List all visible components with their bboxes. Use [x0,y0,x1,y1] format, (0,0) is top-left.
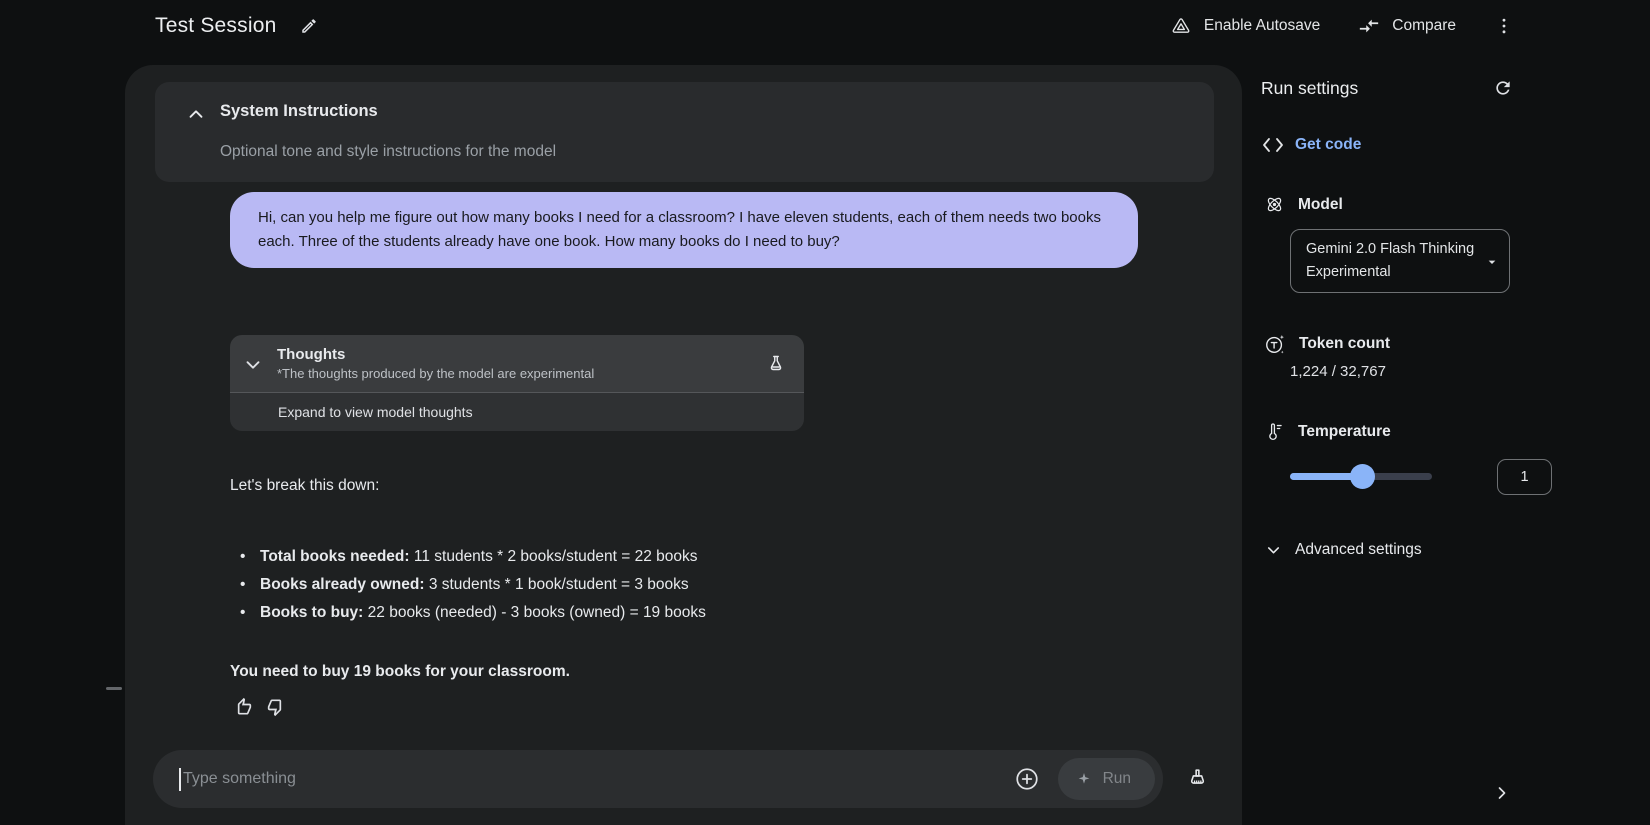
chevron-down-icon [246,360,260,369]
response-conclusion: You need to buy 19 books for your classr… [230,663,570,680]
response-intro: Let's break this down: [230,477,380,494]
prompt-input[interactable] [181,770,1014,788]
compare-arrows-icon [1360,19,1379,33]
model-select[interactable]: Gemini 2.0 Flash Thinking Experimental [1290,229,1510,293]
thoughts-header[interactable]: Thoughts *The thoughts produced by the m… [230,335,804,393]
temperature-label: Temperature [1298,422,1391,440]
thoughts-card: Thoughts *The thoughts produced by the m… [230,335,804,431]
enable-autosave-button[interactable]: Enable Autosave [1170,15,1320,37]
model-icon [1267,197,1282,212]
top-bar: Test Session Enable Autosave Compare [0,0,1650,52]
page-title: Test Session [155,14,277,37]
thoughts-title-group: Thoughts *The thoughts produced by the m… [277,346,753,381]
chevron-down-icon [1267,547,1280,554]
temperature-value-field[interactable]: 1 [1497,459,1552,495]
thermometer-icon [1269,423,1282,441]
thoughts-disclaimer: *The thoughts produced by the model are … [277,366,595,381]
bullet-detail: 3 students * 1 book/student = 3 books [424,576,689,593]
edit-title-button[interactable] [300,17,318,35]
thumb-down-icon [267,699,282,717]
compare-label: Compare [1392,17,1456,34]
kebab-menu-icon [1502,18,1506,34]
code-brackets-icon [1263,138,1283,152]
thoughts-title: Thoughts [277,346,346,363]
bullet-term: Total books needed: [260,548,410,565]
reset-settings-button[interactable] [1493,78,1513,98]
temperature-control: 1 [1290,459,1552,495]
run-settings-title: Run settings [1261,78,1359,98]
compare-button[interactable]: Compare [1358,15,1456,37]
add-attachment-button[interactable] [1014,766,1040,792]
list-item: Total books needed: 11 students * 2 book… [230,543,1070,571]
thoughts-expand-row[interactable]: Expand to view model thoughts [230,393,804,431]
token-count-value: 1,224 / 32,767 [1290,363,1386,380]
flask-icon [770,355,782,370]
app-root: Test Session Enable Autosave Compare Sys… [0,0,1650,825]
response-bullet-list: Total books needed: 11 students * 2 book… [230,543,1070,627]
plus-circle-icon [1015,768,1038,790]
slider-thumb[interactable] [1350,464,1375,489]
advanced-settings-label: Advanced settings [1295,540,1422,558]
run-settings-panel: Run settings Get code Model Gemini 2.0 F… [1242,50,1650,825]
more-options-button[interactable] [1494,16,1514,36]
bullet-detail: 11 students * 2 books/student = 22 books [409,548,698,565]
thoughts-expand-button[interactable] [242,353,264,375]
clear-chat-button[interactable] [1185,767,1210,792]
model-section-label: Model [1264,194,1343,215]
session-title-group: Test Session [155,0,318,52]
prompt-input-container[interactable]: Run [153,750,1163,808]
token-count-section-label: Token count [1264,333,1390,355]
temperature-section-label: Temperature [1264,421,1391,442]
system-instructions-card[interactable]: System Instructions Optional tone and st… [155,82,1214,182]
thumb-up-icon [237,697,252,715]
chat-panel: System Instructions Optional tone and st… [125,65,1242,825]
feedback-buttons [232,697,287,717]
token-count-label: Token count [1299,335,1390,352]
chevron-right-icon [1498,787,1506,799]
thumbs-up-button[interactable] [232,697,252,717]
bullet-term: Books to buy: [260,604,364,621]
model-selected-value: Gemini 2.0 Flash Thinking Experimental [1306,241,1475,280]
pencil-icon [302,19,317,33]
refresh-icon [1496,81,1510,95]
get-code-label: Get code [1295,136,1362,153]
dropdown-arrow-icon [1488,260,1496,264]
user-message-bubble[interactable]: Hi, can you help me figure out how many … [230,192,1138,268]
broom-icon [1190,768,1205,784]
collapse-panel-button[interactable] [1492,783,1512,803]
autosave-icon [1172,18,1190,33]
run-button[interactable]: Run [1057,758,1155,800]
top-bar-actions: Enable Autosave Compare [1170,0,1514,52]
scroll-handle[interactable] [106,687,122,690]
temperature-slider[interactable] [1290,464,1432,489]
run-button-label: Run [1102,770,1131,787]
advanced-settings-toggle[interactable]: Advanced settings [1264,540,1422,559]
system-instructions-title: System Instructions [220,102,378,120]
token-count-icon [1266,335,1284,354]
list-item: Books to buy: 22 books (needed) - 3 book… [230,599,1070,627]
chevron-up-icon [189,110,203,118]
enable-autosave-label: Enable Autosave [1203,17,1321,34]
sparkle-icon [1078,773,1089,784]
model-label: Model [1298,195,1343,213]
bullet-detail: 22 books (needed) - 3 books (owned) = 19… [363,604,706,621]
get-code-button[interactable]: Get code [1261,135,1361,155]
system-instructions-placeholder[interactable]: Optional tone and style instructions for… [220,143,556,161]
bullet-term: Books already owned: [260,576,425,593]
list-item: Books already owned: 3 students * 1 book… [230,571,1070,599]
composer: Run [153,750,1210,808]
thumbs-down-button[interactable] [267,697,287,717]
system-instructions-collapse-button[interactable] [185,104,207,126]
